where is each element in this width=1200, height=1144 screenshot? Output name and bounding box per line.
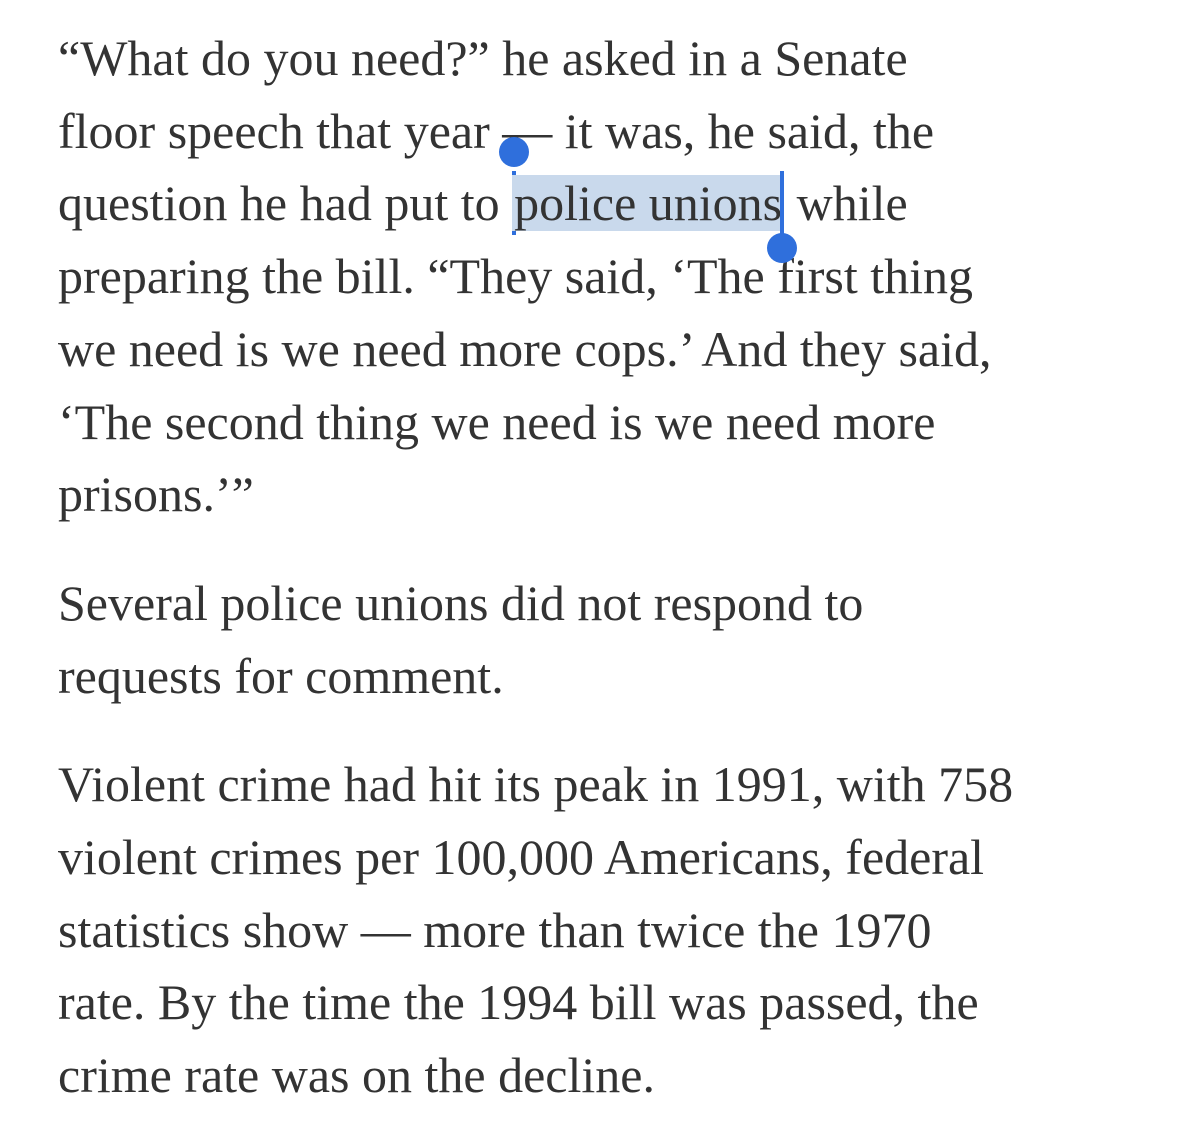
paragraph-unions: Several police unions did not respond to… <box>58 567 1178 712</box>
text-after-selection: while <box>784 175 908 232</box>
text-line: we need is we need more cops.’ And they … <box>58 320 992 377</box>
text-line: preparing the bill. “They said, ‘The fir… <box>58 248 974 305</box>
text-line: violent crimes per 100,000 Americans, fe… <box>58 829 985 886</box>
article-body: “What do you need?” he asked in a Senate… <box>58 22 1178 1112</box>
selection-end-handle[interactable] <box>767 171 798 264</box>
text-line: prisons.’” <box>58 466 254 523</box>
text-line: floor speech that year — it was, he said… <box>58 102 935 159</box>
text-line: rate. By the time the 1994 bill was pass… <box>58 974 979 1031</box>
paragraph-crime-stats: Violent crime had hit its peak in 1991, … <box>58 748 1178 1112</box>
text-line: “What do you need?” he asked in a Senate <box>58 30 908 86</box>
text-line-with-selection: question he had put to police unions whi… <box>58 137 1178 264</box>
text-before-selection: question he had put to <box>58 175 513 232</box>
text-line: requests for comment. <box>58 647 504 704</box>
text-selection[interactable]: police unions <box>499 137 798 264</box>
text-line: crime rate was on the decline. <box>58 1047 655 1104</box>
text-line: ‘The second thing we need is we need mor… <box>58 393 936 450</box>
paragraph-quote: “What do you need?” he asked in a Senate… <box>58 22 1178 531</box>
text-line: statistics show — more than twice the 19… <box>58 901 932 958</box>
text-line: Several police unions did not respond to <box>58 574 864 631</box>
selected-text[interactable]: police unions <box>512 175 785 232</box>
text-line: Violent crime had hit its peak in 1991, … <box>58 756 1014 813</box>
